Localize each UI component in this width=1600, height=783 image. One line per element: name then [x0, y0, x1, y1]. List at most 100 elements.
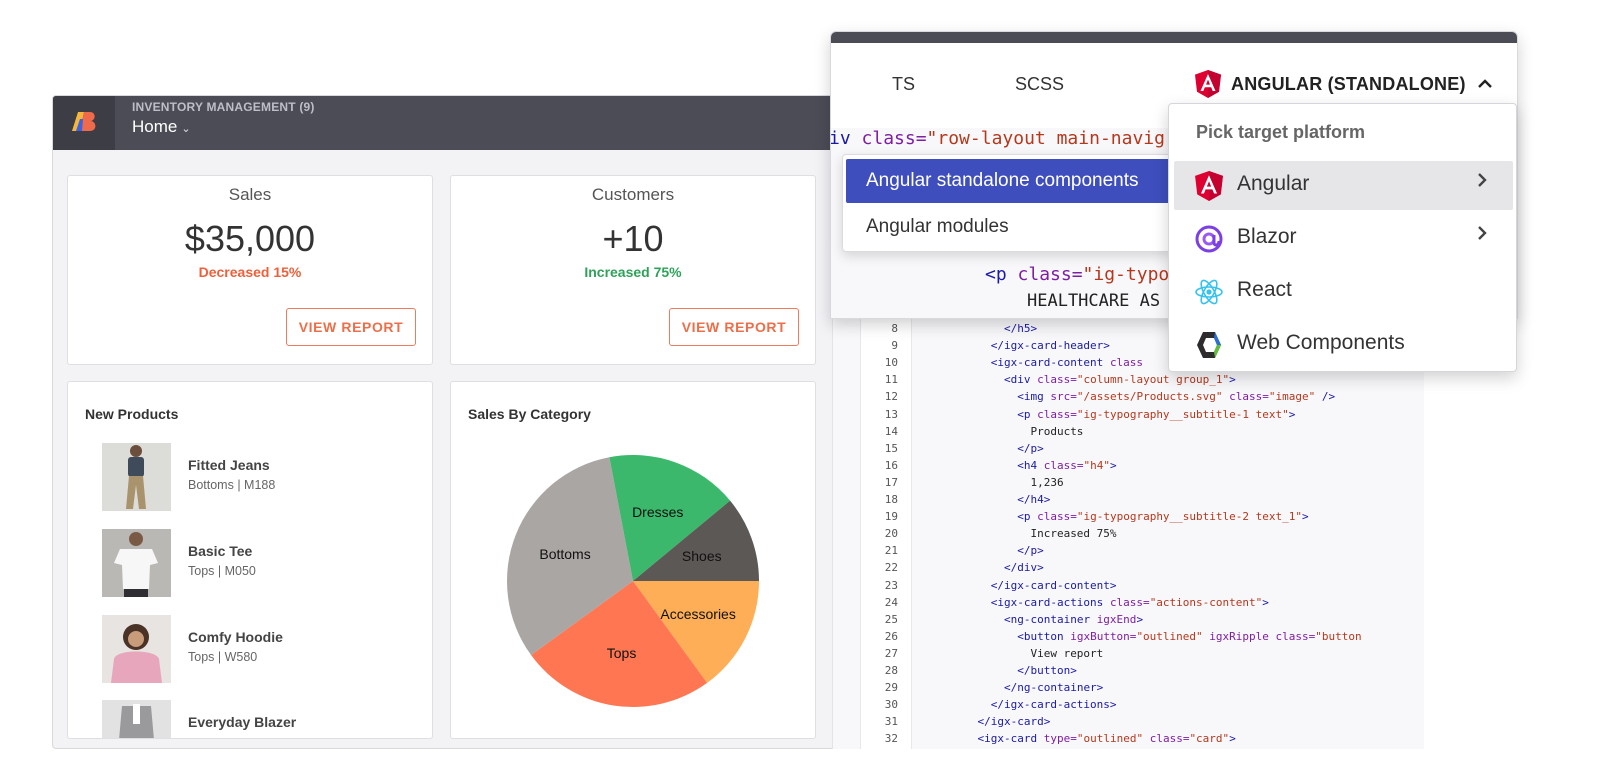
menu-item-angular-modules[interactable]: Angular modules	[846, 205, 1172, 249]
code-line: 22 </div>	[862, 561, 1044, 578]
line-number: 32	[884, 732, 898, 746]
code-line: 16 <h4 class="h4">	[862, 459, 1117, 476]
sales-card: Sales $35,000 Decreased 15% VIEW REPORT	[67, 175, 433, 365]
menu-item-blazor[interactable]: Blazor	[1174, 214, 1513, 263]
new-products-heading: New Products	[85, 406, 179, 422]
angular-variant-menu: Angular standalone components Angular mo…	[842, 154, 1174, 252]
menu-item-angular[interactable]: Angular	[1174, 161, 1513, 210]
line-number: 25	[884, 612, 898, 626]
pie-label-tops: Tops	[607, 645, 637, 661]
sales-view-report-button[interactable]: VIEW REPORT	[286, 308, 416, 346]
platform-menu-title: Pick target platform	[1196, 122, 1366, 142]
sales-value: $35,000	[184, 218, 316, 259]
sales-pie-chart: Accessories Tops Bottoms Dresses Shoes	[506, 455, 759, 707]
sales-delta: Decreased 15%	[198, 264, 302, 280]
menu-item-label: React	[1237, 278, 1292, 301]
angular-icon	[1195, 171, 1223, 201]
menu-item-label: Web Components	[1237, 331, 1405, 354]
code-line: 23 </igx-card-content>	[862, 579, 1117, 596]
customers-view-report-button[interactable]: VIEW REPORT	[669, 308, 799, 346]
customers-title: Customers	[591, 185, 675, 204]
angular-icon	[1195, 70, 1221, 98]
home-nav-label: Home	[132, 117, 178, 136]
line-number: 14	[884, 424, 898, 438]
line-number: 19	[884, 510, 898, 524]
menu-item-angular-standalone[interactable]: Angular standalone components	[846, 159, 1172, 203]
tab-platform-angular[interactable]: ANGULAR (STANDALONE)	[1195, 70, 1492, 98]
product-image	[102, 443, 171, 511]
app-logo[interactable]	[53, 96, 115, 150]
line-number: 15	[884, 441, 898, 455]
code-line: <p class="ig-typog	[985, 264, 1181, 285]
code-line: 18 </h4>	[862, 493, 1051, 510]
menu-item-react[interactable]: React	[1174, 267, 1513, 316]
app-subtitle: INVENTORY MANAGEMENT (9)	[132, 100, 315, 114]
line-number: 17	[884, 475, 898, 489]
code-line: 17 1,236	[862, 476, 1064, 493]
code-line: 19 <p class="ig-typography__subtitle-2 t…	[862, 510, 1309, 527]
line-number: 11	[884, 373, 898, 387]
line-number: 26	[884, 629, 898, 643]
line-number: 8	[891, 322, 898, 335]
code-line: 11 <div class="column-layout group_1">	[862, 373, 1236, 390]
home-nav-dropdown[interactable]: Home ⌄	[132, 117, 191, 137]
code-line: 27 View report	[862, 646, 1104, 664]
pie-label-accessories: Accessories	[660, 606, 735, 622]
line-number: 10	[884, 356, 898, 370]
line-number: 31	[884, 715, 898, 729]
code-line: 32 <igx-card type="outlined" class="card…	[862, 732, 1236, 749]
list-item[interactable]: Everyday Blazer	[102, 700, 402, 738]
menu-item-web-components[interactable]: Web Components	[1174, 320, 1513, 369]
product-name: Everyday Blazer	[188, 714, 297, 730]
pie-label-shoes: Shoes	[682, 548, 722, 564]
code-line: 13 <p class="ig-typography__subtitle-1 t…	[862, 407, 1296, 425]
code-line: 25 <ng-container igxEnd>	[862, 613, 1143, 630]
line-number: 16	[884, 458, 898, 472]
code-line: 12 <img src="/assets/Products.svg" class…	[862, 390, 1335, 407]
sales-by-category-card: Sales By Category Accessories Tops Bottoms…	[450, 381, 816, 739]
product-name: Comfy Hoodie	[188, 629, 283, 645]
sales-title: Sales	[228, 185, 272, 204]
line-number: 27	[884, 646, 898, 660]
platform-tab-label: ANGULAR (STANDALONE)	[1231, 73, 1466, 94]
list-item[interactable]: Fitted Jeans Bottoms | M188	[102, 443, 402, 511]
react-icon	[1195, 279, 1223, 305]
code-line: 29 </ng-container>	[862, 681, 1104, 698]
app-logo-icon	[72, 112, 96, 131]
chevron-right-icon	[1477, 224, 1487, 247]
blazor-icon	[1195, 225, 1223, 253]
product-image	[102, 700, 171, 738]
customers-delta: Increased 75%	[584, 264, 682, 280]
code-line: 20 Increased 75%	[862, 527, 1117, 544]
chevron-down-icon: ⌄	[181, 123, 191, 135]
code-line: HEALTHCARE AS	[1027, 291, 1161, 311]
line-number: 24	[884, 595, 898, 609]
chevron-up-icon	[1477, 76, 1492, 92]
product-image	[102, 615, 171, 683]
code-line: 24 <igx-card-actions class="actions-cont…	[862, 596, 1269, 613]
list-item[interactable]: Basic Tee Tops | M050	[102, 529, 402, 597]
line-number: 12	[884, 390, 898, 404]
list-item[interactable]: Comfy Hoodie Tops | W580	[102, 615, 402, 683]
product-meta: Tops | M050	[188, 564, 256, 578]
code-line: 9 </igx-card-header>	[862, 339, 1110, 356]
platform-menu: Pick target platform Angular Blazor Reac…	[1168, 103, 1517, 372]
line-number: 13	[884, 407, 898, 421]
customers-card: Customers +10 Increased 75% VIEW REPORT	[450, 175, 816, 365]
menu-item-label: Angular	[1237, 172, 1310, 195]
pie-label-dresses: Dresses	[632, 504, 683, 520]
product-meta: Bottoms | M188	[188, 478, 276, 492]
pie-label-bottoms: Bottoms	[539, 546, 590, 562]
line-number: 28	[884, 664, 898, 677]
product-name: Basic Tee	[188, 543, 253, 559]
line-number: 30	[884, 698, 898, 712]
line-number: 18	[884, 493, 898, 506]
tab-ts[interactable]: TS	[892, 74, 915, 95]
product-image	[102, 529, 171, 597]
code-line: 26 <button igxButton="outlined" igxRippl…	[862, 630, 1362, 647]
tab-scss[interactable]: SCSS	[1015, 74, 1064, 95]
code-line: 30 </igx-card-actions>	[862, 698, 1117, 715]
menu-item-label: Blazor	[1237, 225, 1297, 248]
code-line: 28 </button>	[862, 664, 1077, 681]
code-line: 21 </p>	[862, 544, 1044, 561]
